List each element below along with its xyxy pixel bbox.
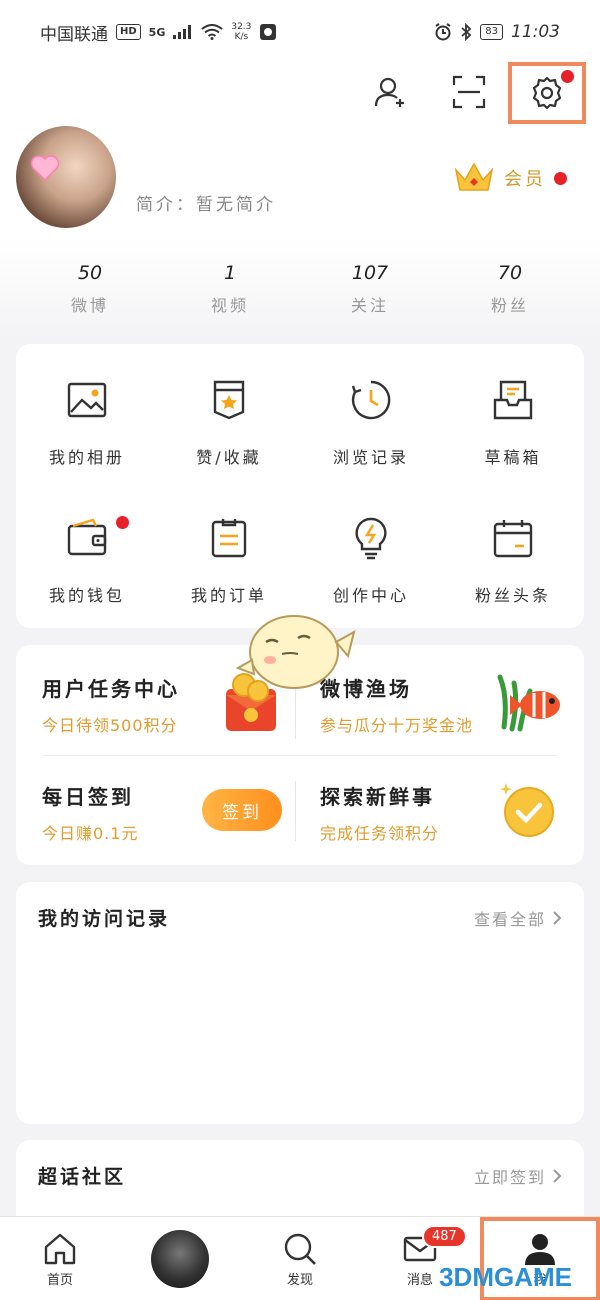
shortcut-album[interactable]: 我的相册 bbox=[16, 378, 158, 516]
shortcut-fans-headline[interactable]: 粉丝头条 bbox=[442, 516, 584, 654]
shortcut-wallet[interactable]: 我的钱包 bbox=[16, 516, 158, 654]
vip-label: 会员 bbox=[504, 169, 546, 190]
shortcut-label: 草稿箱 bbox=[484, 448, 542, 467]
clock: 11:03 bbox=[511, 22, 560, 42]
orders-icon bbox=[211, 519, 247, 558]
battery-indicator: 83 bbox=[480, 24, 503, 40]
scan-button[interactable] bbox=[430, 62, 508, 122]
gold-check-icon bbox=[500, 783, 554, 837]
task-title: 探索新鲜事 bbox=[320, 785, 435, 809]
nav-label: 消息 bbox=[406, 1272, 433, 1288]
add-friend-button[interactable] bbox=[352, 62, 430, 122]
stat-value: 1 bbox=[223, 262, 237, 284]
nav-video[interactable] bbox=[120, 1217, 240, 1300]
profile-stats: 50 微博 1 视频 107 关注 70 粉丝 bbox=[20, 262, 580, 316]
shortcut-label: 我的相册 bbox=[48, 448, 125, 467]
chevron-right-icon bbox=[553, 1168, 562, 1183]
shortcuts-card: 我的相册 赞/收藏 浏览记录 草稿箱 我的钱包 我的订单 创作中心 粉丝头条 bbox=[16, 344, 584, 628]
messages-badge: 487 bbox=[422, 1225, 467, 1248]
drafts-icon bbox=[493, 380, 533, 420]
wallet-icon bbox=[67, 518, 107, 556]
stat-label: 微博 bbox=[70, 296, 109, 315]
stat-value: 107 bbox=[351, 262, 389, 284]
task-subtitle: 今日待领500积分 bbox=[42, 716, 178, 735]
vip-notification-dot bbox=[554, 171, 567, 185]
stat-videos[interactable]: 1 视频 bbox=[160, 262, 300, 316]
nav-label: 发现 bbox=[286, 1272, 313, 1288]
super-topic-title: 超话社区 bbox=[38, 1166, 127, 1188]
wallet-notification-dot bbox=[116, 516, 129, 529]
wifi-icon bbox=[201, 24, 223, 40]
shortcut-favorites[interactable]: 赞/收藏 bbox=[158, 378, 300, 516]
stat-value: 70 bbox=[497, 262, 523, 284]
stat-value: 50 bbox=[77, 262, 103, 284]
shortcut-drafts[interactable]: 草稿箱 bbox=[442, 378, 584, 516]
shortcut-label: 我的钱包 bbox=[48, 586, 125, 605]
view-all-link[interactable]: 查看全部 bbox=[474, 906, 562, 930]
nav-label: 首页 bbox=[46, 1272, 73, 1288]
bio-text[interactable]: 简介：暂无简介 bbox=[136, 190, 276, 215]
shortcut-label: 浏览记录 bbox=[332, 448, 409, 467]
stat-label: 粉丝 bbox=[490, 296, 529, 315]
shortcut-label: 赞/收藏 bbox=[196, 448, 262, 467]
status-bar: 中国联通 HD 5G 32.3 K/s 83 11:03 bbox=[0, 0, 600, 64]
fans-headline-icon bbox=[493, 520, 533, 558]
task-subtitle: 今日赚0.1元 bbox=[42, 824, 139, 843]
stat-weibo[interactable]: 50 微博 bbox=[20, 262, 160, 316]
shortcut-label: 粉丝头条 bbox=[474, 586, 551, 605]
stat-followers[interactable]: 70 粉丝 bbox=[440, 262, 580, 316]
add-friend-icon bbox=[374, 77, 404, 107]
nav-home[interactable]: 首页 bbox=[0, 1217, 120, 1300]
visit-history-card: 我的访问记录 查看全部 bbox=[16, 882, 584, 1124]
fish-icon bbox=[497, 674, 560, 732]
album-icon bbox=[67, 382, 107, 418]
visit-history-title: 我的访问记录 bbox=[38, 908, 171, 930]
stat-label: 关注 bbox=[350, 296, 389, 315]
camera-app-icon bbox=[260, 24, 277, 40]
settings-notification-dot bbox=[561, 70, 574, 83]
shortcut-history[interactable]: 浏览记录 bbox=[300, 378, 442, 516]
video-thumbnail bbox=[151, 1230, 209, 1288]
alarm-icon bbox=[435, 23, 451, 41]
daily-checkin-entry[interactable]: 每日签到 今日赚0.1元 bbox=[42, 781, 322, 881]
avatar[interactable] bbox=[16, 126, 116, 228]
watermark: 3DMGAME bbox=[439, 1262, 572, 1292]
checkin-button[interactable]: 签到 bbox=[202, 789, 282, 831]
net-speed: 32.3 K/s bbox=[231, 22, 252, 42]
checkin-now-link[interactable]: 立即签到 bbox=[474, 1164, 562, 1188]
header-actions bbox=[352, 62, 586, 124]
vip-entry[interactable]: 会员 bbox=[452, 160, 567, 196]
bluetooth-icon bbox=[461, 23, 472, 41]
creator-center-icon bbox=[355, 517, 387, 560]
favorite-icon bbox=[213, 380, 245, 420]
divider bbox=[42, 755, 558, 756]
carrier-label: 中国联通 bbox=[40, 24, 108, 45]
mascot-sticker-icon bbox=[236, 615, 356, 689]
home-icon bbox=[44, 1233, 76, 1264]
explore-entry[interactable]: 探索新鲜事 完成任务领积分 bbox=[320, 781, 600, 881]
crown-icon bbox=[454, 162, 494, 191]
heart-sticker-icon bbox=[30, 155, 60, 182]
divider bbox=[295, 781, 296, 841]
chevron-right-icon bbox=[553, 910, 562, 925]
search-icon bbox=[284, 1233, 316, 1265]
scan-icon bbox=[452, 75, 486, 109]
signal-bars-icon bbox=[173, 25, 192, 39]
task-subtitle: 完成任务领积分 bbox=[320, 824, 440, 843]
settings-button[interactable] bbox=[508, 62, 586, 124]
nav-discover[interactable]: 发现 bbox=[240, 1217, 360, 1300]
stat-following[interactable]: 107 关注 bbox=[300, 262, 440, 316]
history-icon bbox=[351, 380, 391, 420]
hd-chip: HD bbox=[116, 24, 141, 40]
stat-label: 视频 bbox=[210, 296, 249, 315]
signal-type: 5G bbox=[148, 25, 166, 39]
settings-icon bbox=[532, 76, 562, 110]
